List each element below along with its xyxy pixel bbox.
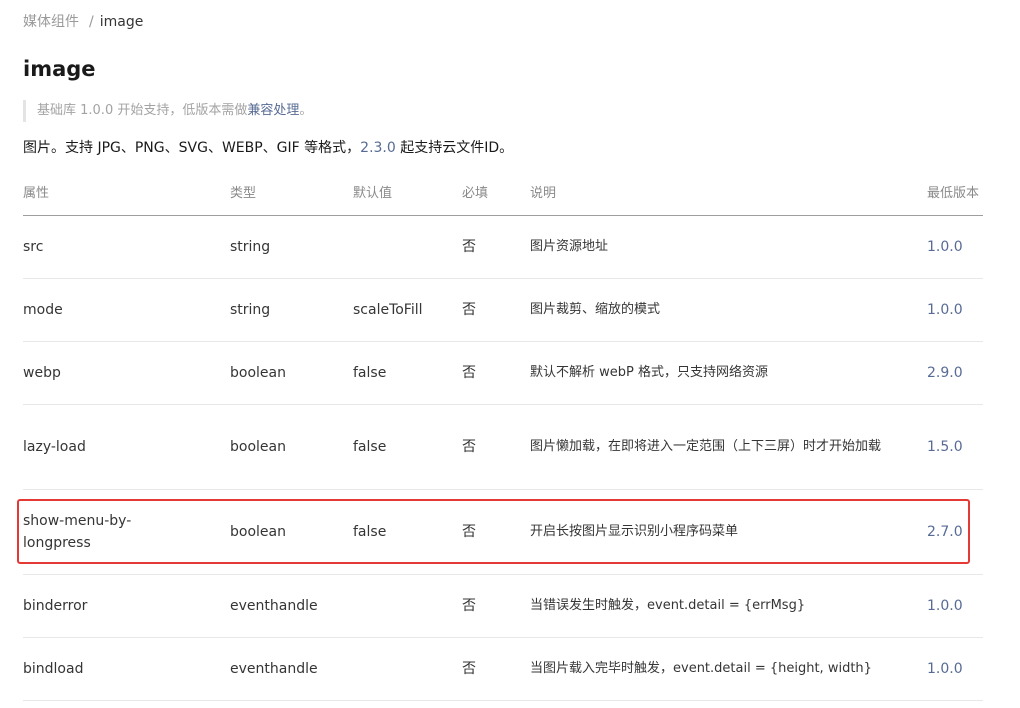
cell-version-link[interactable]: 1.0.0 [927, 216, 987, 278]
cell-default: scaleToFill [353, 302, 423, 318]
cell-desc: 图片懒加载，在即将进入一定范围（上下三屏）时才开始加载 [530, 439, 882, 454]
intro-text: 图片。支持 JPG、PNG、SVG、WEBP、GIF 等格式，2.3.0 起支持… [23, 137, 513, 159]
cell-type: boolean [230, 365, 286, 381]
cell-required: 否 [462, 661, 476, 677]
cell-required: 否 [462, 239, 476, 255]
cell-default [353, 638, 463, 700]
cell-name: bindload [23, 661, 84, 677]
cell-version-link[interactable]: 2.9.0 [927, 342, 987, 404]
cell-default [353, 216, 463, 278]
cell-desc: 默认不解析 webP 格式，只支持网络资源 [530, 365, 768, 380]
cell-version-link[interactable]: 1.0.0 [927, 279, 987, 341]
header-required: 必填 [462, 186, 489, 201]
cell-required: 否 [462, 524, 476, 540]
table-row: bindload eventhandle 否 当图片载入完毕时触发，event.… [23, 638, 983, 701]
intro-suffix: 起支持云文件ID。 [395, 140, 514, 156]
header-version: 最低版本 [927, 186, 980, 201]
tip-suffix: 。 [299, 103, 313, 118]
cell-version-link[interactable]: 1.0.0 [927, 575, 987, 637]
page-title: image [23, 57, 96, 81]
cell-name: lazy-load [23, 439, 86, 455]
header-type: 类型 [230, 186, 257, 201]
compat-link[interactable]: 兼容处理 [247, 103, 299, 118]
version-link[interactable]: 2.3.0 [360, 140, 396, 156]
cell-version-link[interactable]: 2.7.0 [927, 490, 987, 574]
cell-required: 否 [462, 365, 476, 381]
intro-prefix: 图片。支持 JPG、PNG、SVG、WEBP、GIF 等格式， [23, 140, 361, 156]
cell-required: 否 [462, 302, 476, 318]
cell-default: false [353, 439, 387, 455]
cell-type: eventhandle [230, 661, 318, 677]
table-row: lazy-load boolean false 否 图片懒加载，在即将进入一定范… [23, 405, 983, 490]
version-tip: 基础库 1.0.0 开始支持，低版本需做兼容处理。 [23, 100, 312, 122]
cell-desc: 开启长按图片显示识别小程序码菜单 [530, 524, 739, 539]
tip-prefix: 基础库 1.0.0 开始支持，低版本需做 [37, 103, 248, 118]
cell-default: false [353, 365, 387, 381]
header-name: 属性 [23, 186, 50, 201]
cell-name: binderror [23, 598, 88, 614]
breadcrumb-parent-link[interactable]: 媒体组件 [23, 14, 79, 30]
header-desc: 说明 [530, 186, 557, 201]
table-row: binderror eventhandle 否 当错误发生时触发，event.d… [23, 575, 983, 638]
cell-required: 否 [462, 439, 476, 455]
cell-desc: 图片裁剪、缩放的模式 [530, 302, 661, 317]
cell-desc: 当图片载入完毕时触发，event.detail = {height, width… [530, 661, 872, 676]
cell-name: webp [23, 365, 61, 381]
cell-required: 否 [462, 598, 476, 614]
breadcrumb-current: image [99, 14, 144, 30]
breadcrumb-separator: / [89, 14, 94, 30]
cell-name: mode [23, 302, 63, 318]
cell-default [353, 575, 463, 637]
cell-version-link[interactable]: 1.5.0 [927, 405, 987, 489]
table-row: mode string scaleToFill 否 图片裁剪、缩放的模式 1.0… [23, 279, 983, 342]
cell-default: false [353, 524, 387, 540]
cell-type: boolean [230, 439, 286, 455]
table-row: src string 否 图片资源地址 1.0.0 [23, 216, 983, 279]
cell-type: string [230, 302, 271, 318]
cell-desc: 当错误发生时触发，event.detail = {errMsg} [530, 598, 806, 613]
cell-type: string [230, 239, 271, 255]
attributes-table: 属性 类型 默认值 必填 说明 最低版本 src string 否 图片资源地址… [23, 175, 983, 701]
table-row-highlighted: show-menu-by-longpress boolean false 否 开… [23, 490, 983, 575]
cell-desc: 图片资源地址 [530, 239, 609, 254]
table-row: webp boolean false 否 默认不解析 webP 格式，只支持网络… [23, 342, 983, 405]
breadcrumb: 媒体组件 / image [23, 12, 143, 32]
cell-version-link[interactable]: 1.0.0 [927, 638, 987, 700]
cell-type: eventhandle [230, 598, 318, 614]
cell-name: src [23, 239, 44, 255]
cell-type: boolean [230, 524, 286, 540]
header-default: 默认值 [353, 186, 393, 201]
table-header: 属性 类型 默认值 必填 说明 最低版本 [23, 175, 983, 216]
cell-name: show-menu-by-longpress [23, 513, 132, 551]
